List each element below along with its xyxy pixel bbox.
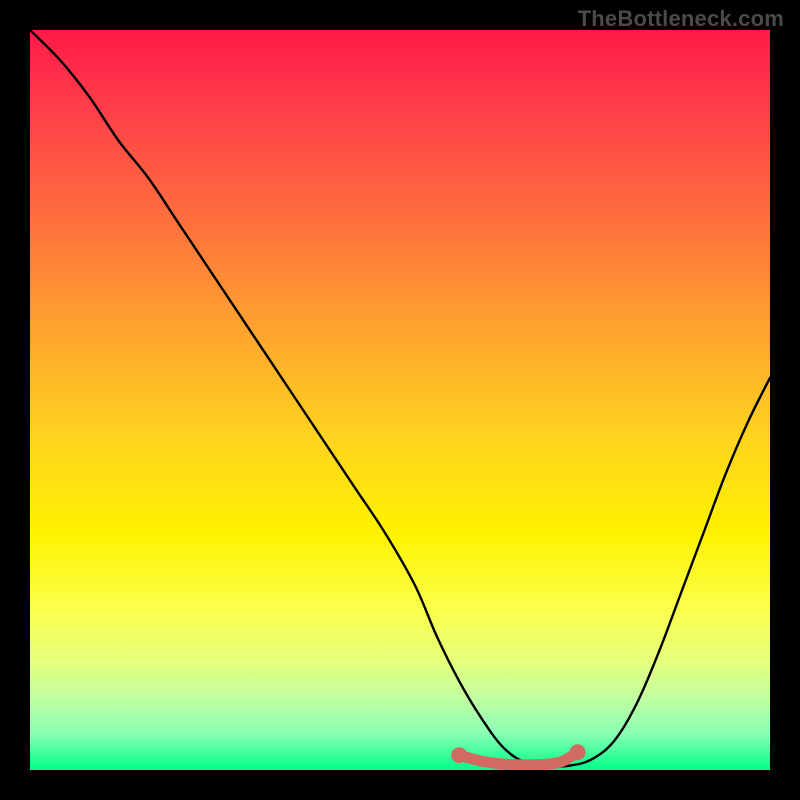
highlight-dot-start <box>451 747 467 763</box>
main-curve-line <box>30 30 770 767</box>
watermark-text: TheBottleneck.com <box>578 6 784 32</box>
highlight-dot-end <box>570 744 586 760</box>
chart-svg <box>30 30 770 770</box>
gradient-plot-area <box>30 30 770 770</box>
chart-frame: TheBottleneck.com <box>0 0 800 800</box>
